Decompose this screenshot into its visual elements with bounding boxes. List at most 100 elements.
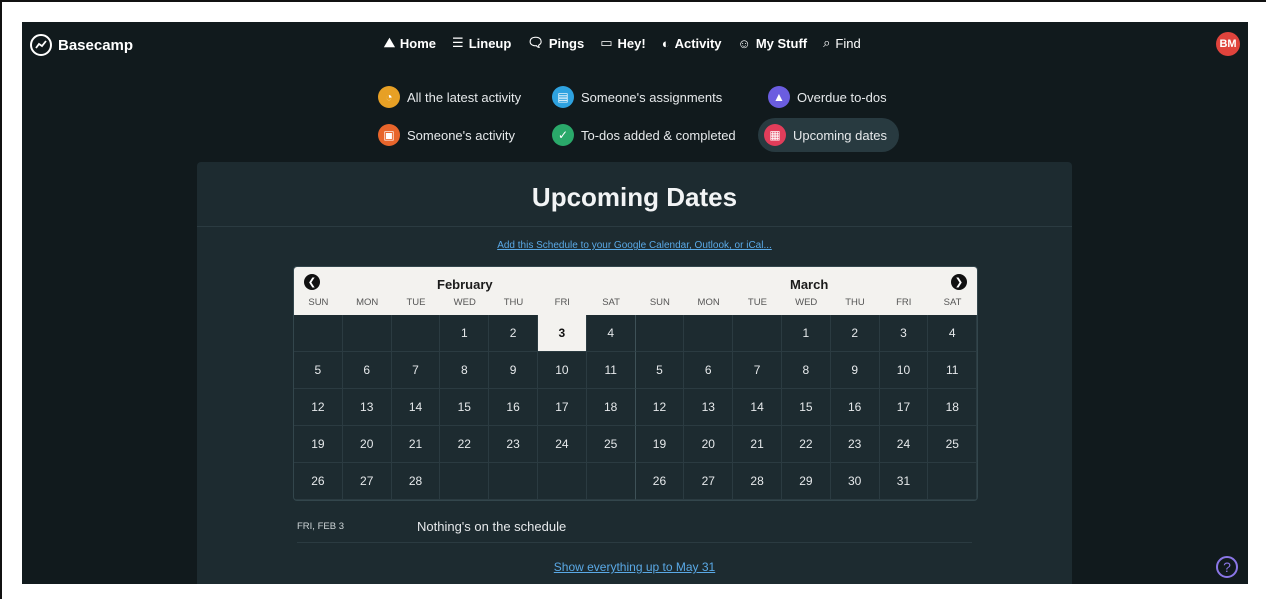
calendar-day-march-8[interactable]: 8: [781, 352, 831, 389]
calendar-day-february-17[interactable]: 17: [537, 389, 587, 426]
calendar-day-march-6[interactable]: 6: [684, 352, 734, 389]
calendar-day-march-20[interactable]: 20: [684, 426, 734, 463]
show-everything-link[interactable]: Show everything up to May 31: [554, 560, 715, 574]
nav-activity[interactable]: ◐ Activity: [662, 35, 722, 51]
calendar-day-february-18[interactable]: 18: [586, 389, 636, 426]
filter-label: Someone's assignments: [581, 89, 723, 105]
calendar-day-march-21[interactable]: 21: [733, 426, 782, 463]
filter-label: Upcoming dates: [793, 127, 887, 143]
calendar-day-february-3[interactable]: 3: [537, 315, 587, 352]
inbox-icon: ▭: [600, 35, 613, 50]
nav-lineup[interactable]: ☰ Lineup: [452, 35, 511, 51]
calendar-day-march-31[interactable]: 31: [879, 463, 929, 500]
calendar-day-march-16[interactable]: 16: [830, 389, 880, 426]
calendar-day-march-29[interactable]: 29: [781, 463, 831, 500]
calendar-day-february-6[interactable]: 6: [342, 352, 392, 389]
calendar-empty-cell: [586, 463, 636, 500]
calendar-day-march-10[interactable]: 10: [879, 352, 929, 389]
basecamp-logo[interactable]: Basecamp: [30, 34, 133, 56]
filter-icon: ▣: [378, 124, 400, 146]
filter-label: Someone's activity: [407, 127, 515, 143]
filter-to-dos-added-completed[interactable]: ✓ To-dos added & completed: [546, 118, 748, 152]
avatar[interactable]: BM: [1216, 32, 1240, 56]
calendar-day-february-21[interactable]: 21: [391, 426, 441, 463]
calendar-day-february-14[interactable]: 14: [391, 389, 441, 426]
calendar-empty-cell: [489, 463, 538, 500]
nav-label: My Stuff: [755, 35, 808, 51]
weekday-label: MON: [697, 297, 720, 308]
calendar-day-february-2[interactable]: 2: [489, 315, 538, 352]
filter-overdue-to-dos[interactable]: ▲ Overdue to-dos: [762, 80, 899, 114]
calendar-day-february-11[interactable]: 11: [586, 352, 636, 389]
prev-month-button[interactable]: ❮: [304, 274, 320, 290]
nav-hey[interactable]: ▭ Hey!: [600, 35, 645, 51]
calendar-day-march-23[interactable]: 23: [830, 426, 880, 463]
calendar-day-february-9[interactable]: 9: [489, 352, 538, 389]
filter-upcoming-dates[interactable]: ▦ Upcoming dates: [758, 118, 899, 152]
calendar-day-february-19[interactable]: 19: [294, 426, 343, 463]
calendar-day-march-12[interactable]: 12: [635, 389, 685, 426]
next-month-button[interactable]: ❯: [951, 274, 967, 290]
lineup-icon: ☰: [452, 35, 464, 50]
calendar-empty-cell: [440, 463, 490, 500]
calendar-day-march-1[interactable]: 1: [781, 315, 831, 352]
calendar-day-february-7[interactable]: 7: [391, 352, 441, 389]
nav-find[interactable]: ⌕ Find: [823, 35, 861, 51]
calendar-day-february-12[interactable]: 12: [294, 389, 343, 426]
calendar-day-february-16[interactable]: 16: [489, 389, 538, 426]
calendar-day-february-28[interactable]: 28: [391, 463, 441, 500]
calendar-subscribe-link[interactable]: Add this Schedule to your Google Calenda…: [497, 240, 772, 251]
calendar-day-march-24[interactable]: 24: [879, 426, 929, 463]
calendar-day-march-22[interactable]: 22: [781, 426, 831, 463]
calendar-empty-cell: [391, 315, 441, 352]
calendar-day-march-30[interactable]: 30: [830, 463, 880, 500]
weekday-label: THU: [503, 297, 524, 308]
calendar-day-march-28[interactable]: 28: [733, 463, 782, 500]
calendar-day-march-7[interactable]: 7: [733, 352, 782, 389]
calendar-day-march-25[interactable]: 25: [928, 426, 977, 463]
top-nav: ⛰ Home ☰ Lineup 🗨 Pings ▭ Hey! ◐ Activity ☺ My Stuf…: [384, 35, 861, 51]
calendar-day-february-20[interactable]: 20: [342, 426, 392, 463]
calendar-day-february-23[interactable]: 23: [489, 426, 538, 463]
calendar-day-march-26[interactable]: 26: [635, 463, 685, 500]
calendar-day-march-9[interactable]: 9: [830, 352, 880, 389]
calendar-day-march-19[interactable]: 19: [635, 426, 685, 463]
calendar-day-march-14[interactable]: 14: [733, 389, 782, 426]
calendar-day-march-11[interactable]: 11: [928, 352, 977, 389]
nav-home[interactable]: ⛰ Home: [384, 35, 436, 51]
calendar-day-march-5[interactable]: 5: [635, 352, 685, 389]
app-name: Basecamp: [58, 36, 134, 54]
calendar-day-march-17[interactable]: 17: [879, 389, 929, 426]
calendar-day-february-8[interactable]: 8: [440, 352, 490, 389]
calendar-day-february-27[interactable]: 27: [342, 463, 392, 500]
calendar-day-february-22[interactable]: 22: [440, 426, 490, 463]
calendar-empty-cell: [537, 463, 587, 500]
filter-icon: ✓: [552, 124, 574, 146]
calendar-day-february-26[interactable]: 26: [294, 463, 343, 500]
calendar-day-february-10[interactable]: 10: [537, 352, 587, 389]
calendar-day-march-13[interactable]: 13: [684, 389, 734, 426]
nav-label: Hey!: [617, 35, 646, 51]
calendar-day-february-24[interactable]: 24: [537, 426, 587, 463]
filter-someone-s-activity[interactable]: ▣ Someone's activity: [372, 118, 527, 152]
calendar-day-february-1[interactable]: 1: [440, 315, 490, 352]
help-button[interactable]: ?: [1216, 556, 1238, 578]
calendar-day-march-15[interactable]: 15: [781, 389, 831, 426]
calendar-day-march-3[interactable]: 3: [879, 315, 929, 352]
calendar-day-march-4[interactable]: 4: [928, 315, 977, 352]
nav-pings[interactable]: 🗨 Pings: [527, 35, 584, 51]
filter-someone-s-assignments[interactable]: ▤ Someone's assignments: [546, 80, 734, 114]
calendar-day-february-25[interactable]: 25: [586, 426, 636, 463]
filter-icon: ▦: [764, 124, 786, 146]
calendar-day-february-4[interactable]: 4: [586, 315, 636, 352]
calendar-day-march-18[interactable]: 18: [928, 389, 977, 426]
nav-my-stuff[interactable]: ☺ My Stuff: [738, 35, 808, 51]
calendar-day-february-13[interactable]: 13: [342, 389, 392, 426]
upcoming-dates-panel: Upcoming Dates Add this Schedule to your…: [197, 162, 1072, 584]
page-title: Upcoming Dates: [197, 162, 1072, 227]
calendar-day-february-5[interactable]: 5: [294, 352, 343, 389]
calendar-day-march-2[interactable]: 2: [830, 315, 880, 352]
calendar-day-march-27[interactable]: 27: [684, 463, 734, 500]
filter-all-the-latest-activity[interactable]: ◔ All the latest activity: [372, 80, 533, 114]
calendar-day-february-15[interactable]: 15: [440, 389, 490, 426]
